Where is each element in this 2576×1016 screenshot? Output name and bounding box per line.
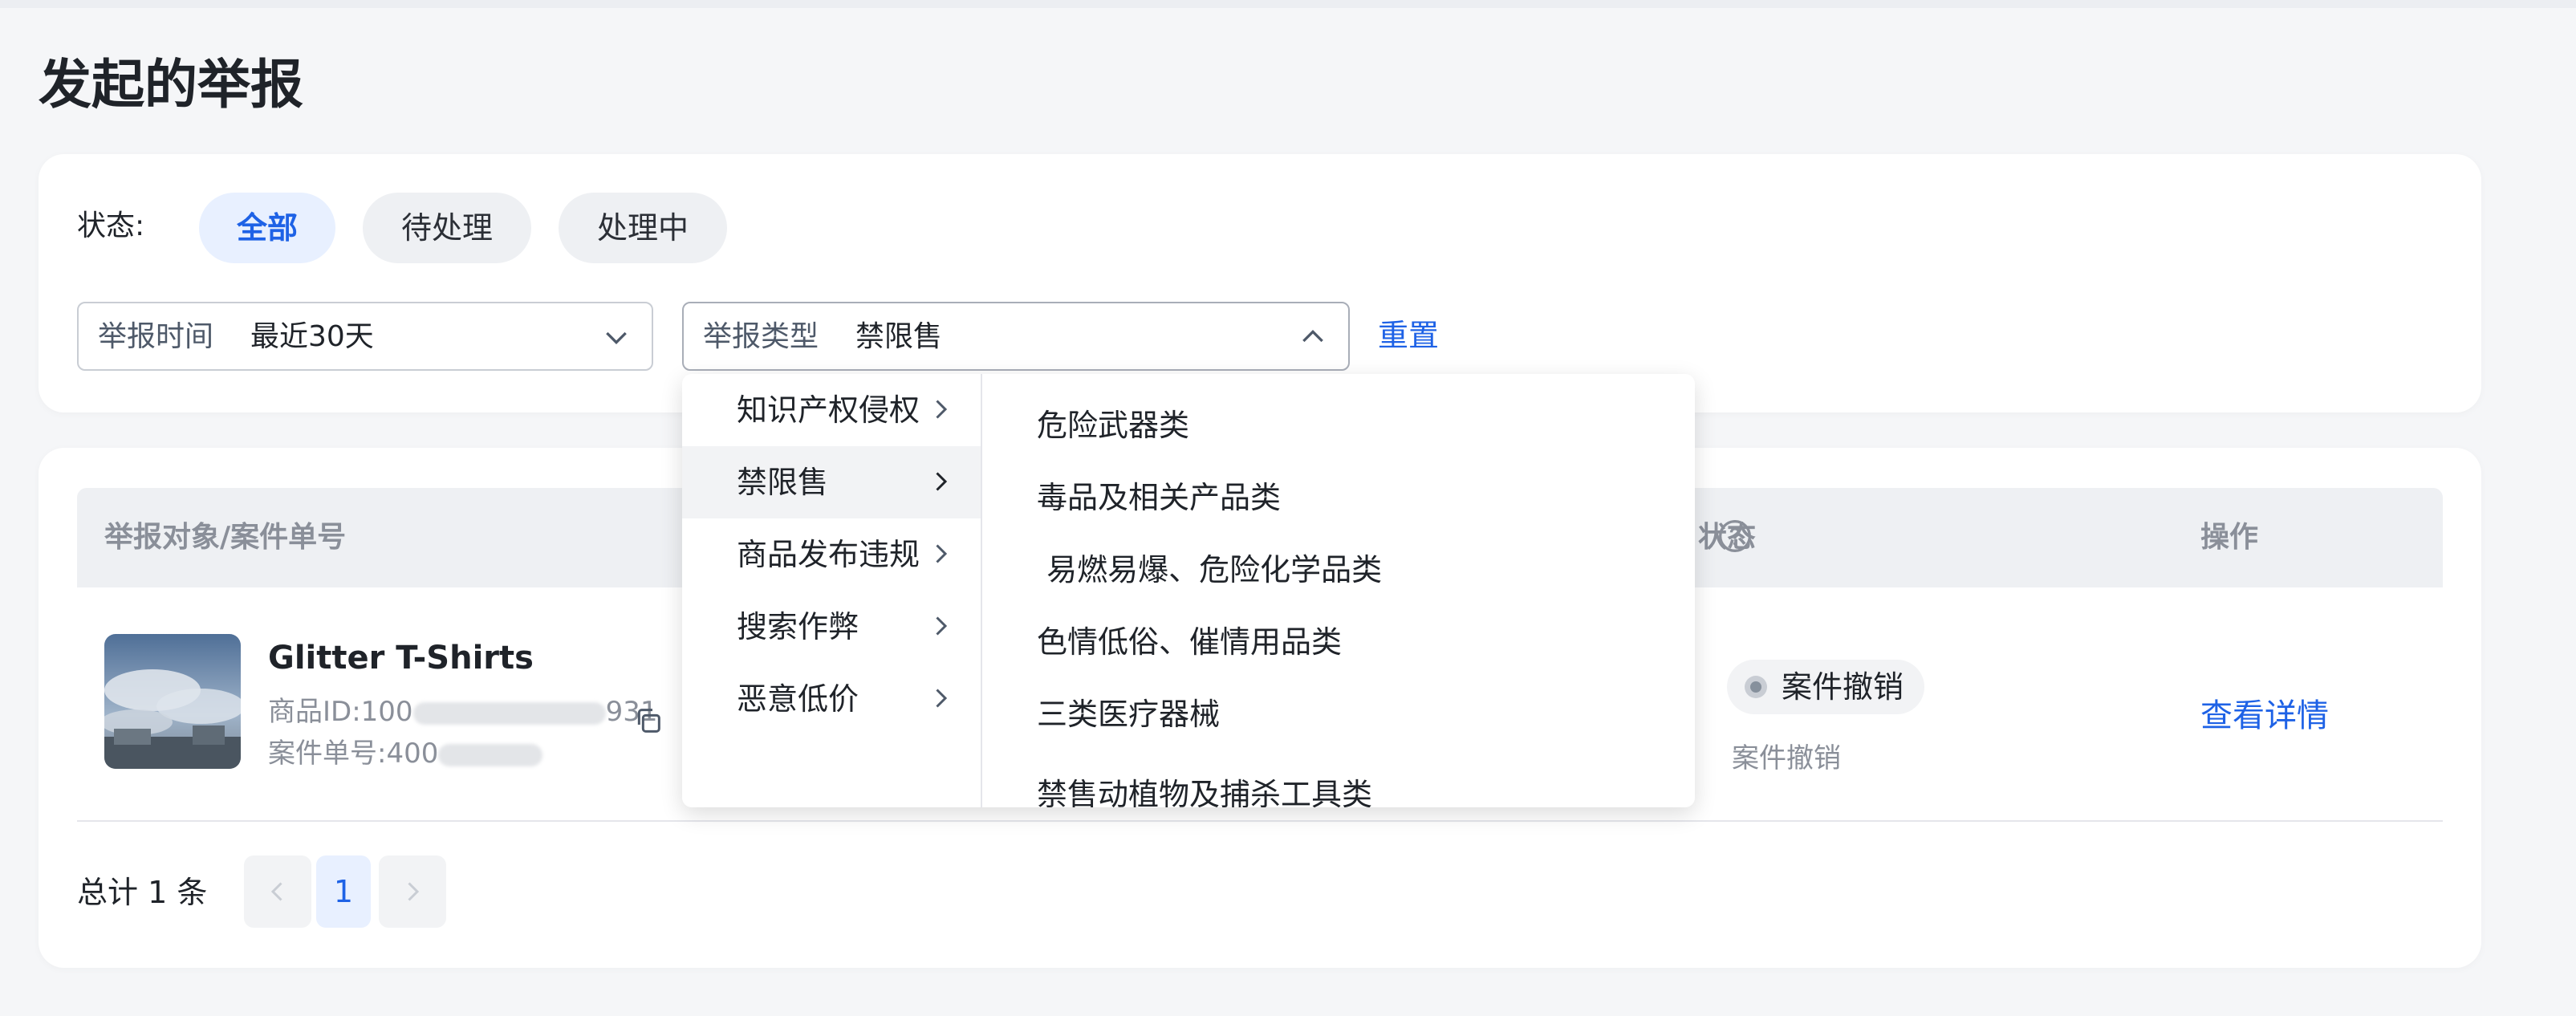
report-type-select[interactable]: 举报类型 禁限售	[682, 302, 1350, 371]
chevron-right-icon	[936, 689, 948, 708]
status-filter-label: 状态:	[77, 209, 145, 242]
report-type-value: 禁限售	[855, 320, 943, 353]
option-item[interactable]: 易燃易爆、危险化学品类	[1037, 551, 1382, 589]
category-search-cheating[interactable]: 搜索作弊	[682, 591, 981, 663]
cascader-option-list: 危险武器类 毒品及相关产品类 易燃易爆、危险化学品类 色情低俗、催情用品类 三类…	[982, 374, 1695, 807]
status-chip-processing[interactable]: 处理中	[559, 193, 727, 263]
copy-icon[interactable]	[632, 705, 664, 737]
cascader-category-list: 知识产权侵权 禁限售 商品发布违规 搜索作弊 恶意低价	[682, 374, 982, 807]
product-id-prefix: 100	[360, 696, 413, 728]
chevron-right-icon	[408, 882, 420, 901]
report-time-label: 举报时间	[98, 320, 214, 353]
category-label: 商品发布违规	[737, 537, 920, 572]
chevron-right-icon	[936, 544, 948, 563]
status-chip-all[interactable]: 全部	[199, 193, 335, 263]
status-chip-pending[interactable]: 待处理	[363, 193, 531, 263]
category-listing-violation[interactable]: 商品发布违规	[682, 518, 981, 591]
category-label: 知识产权侵权	[737, 392, 920, 428]
report-time-select[interactable]: 举报时间 最近30天	[77, 302, 653, 371]
page-number-1[interactable]: 1	[316, 855, 371, 928]
help-icon[interactable]	[1717, 518, 1753, 554]
report-time-value: 最近30天	[250, 320, 374, 353]
category-malicious-low-price[interactable]: 恶意低价	[682, 663, 981, 735]
reset-button[interactable]: 重置	[1378, 316, 1439, 355]
option-item[interactable]: 毒品及相关产品类	[1037, 478, 1281, 517]
next-page-button[interactable]	[379, 855, 446, 928]
status-badge: 案件撤销	[1727, 660, 1925, 714]
case-number: 案件单号:400	[268, 735, 543, 772]
category-label: 恶意低价	[737, 681, 859, 717]
redacted-blur	[438, 743, 543, 766]
product-name: Glitter T-Shirts	[268, 640, 534, 677]
chevron-up-icon	[1302, 329, 1323, 343]
option-item[interactable]: 危险武器类	[1037, 406, 1189, 445]
chevron-left-icon	[270, 882, 282, 901]
option-item[interactable]: 色情低俗、催情用品类	[1037, 623, 1342, 661]
redacted-blur	[412, 701, 606, 725]
product-id: 商品ID:100 931	[268, 693, 657, 730]
status-dot-icon	[1745, 676, 1767, 698]
page-title: 发起的举报	[39, 54, 303, 116]
category-restricted-goods[interactable]: 禁限售	[682, 446, 981, 518]
status-badge-text: 案件撤销	[1782, 669, 1904, 705]
header-target: 举报对象/案件单号	[104, 521, 347, 554]
total-count: 总计 1 条	[77, 875, 208, 910]
category-label: 搜索作弊	[737, 609, 859, 644]
report-type-label: 举报类型	[703, 320, 819, 353]
case-number-prefix: 400	[386, 738, 439, 770]
top-border	[0, 0, 2576, 8]
view-details-link[interactable]: 查看详情	[2200, 693, 2329, 738]
chevron-right-icon	[936, 472, 948, 491]
product-thumbnail	[104, 634, 241, 769]
prev-page-button[interactable]	[244, 855, 311, 928]
category-label: 禁限售	[737, 465, 829, 500]
chevron-right-icon	[936, 616, 948, 636]
status-subtext: 案件撤销	[1732, 742, 1841, 774]
chevron-right-icon	[936, 400, 948, 419]
case-number-label: 案件单号:	[268, 738, 387, 770]
product-id-label: 商品ID:	[268, 696, 361, 728]
option-item[interactable]: 禁售动植物及捕杀工具类	[1037, 775, 1372, 807]
option-item[interactable]: 三类医疗器械	[1037, 695, 1220, 734]
category-ip-infringement[interactable]: 知识产权侵权	[682, 374, 981, 446]
report-type-cascader: 知识产权侵权 禁限售 商品发布违规 搜索作弊 恶意低价 危险武器类 毒品及相关产…	[682, 374, 1695, 807]
chevron-down-icon	[606, 331, 627, 345]
header-action: 操作	[2200, 521, 2259, 554]
